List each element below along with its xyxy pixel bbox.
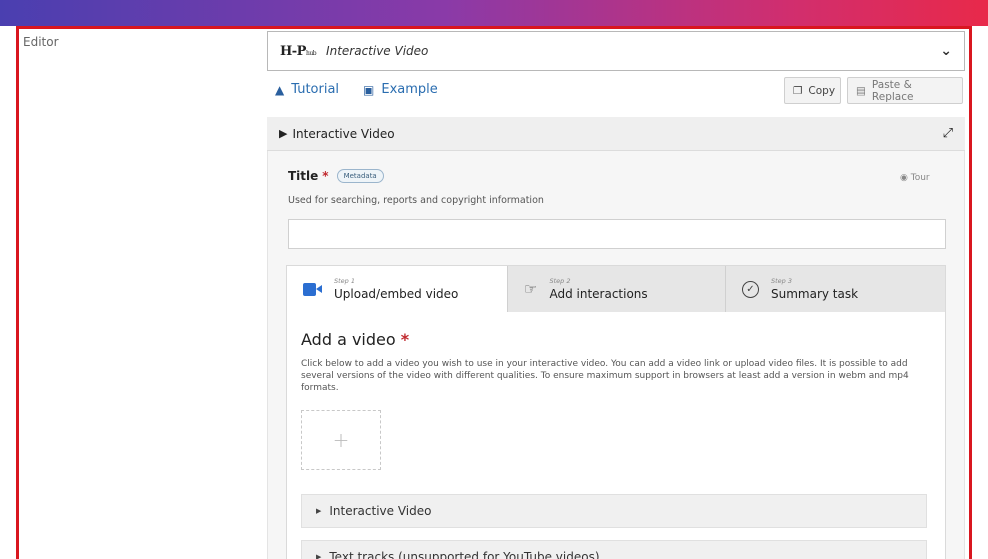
chevron-down-icon[interactable]: ⌄ [940, 43, 952, 59]
caret-right-icon: ▶ [316, 553, 322, 559]
add-video-heading: Add a video * [301, 330, 931, 349]
book-icon: ▣ [363, 82, 375, 97]
tour-icon: ◉ [900, 173, 908, 183]
example-link-label: Example [381, 82, 438, 97]
required-marker: * [322, 169, 329, 183]
tab-summary-task[interactable]: ✓ Step 3 Summary task [725, 266, 945, 312]
content-type-selector[interactable]: H-Phub Interactive Video ⌄ [267, 31, 965, 71]
top-gradient-bar [0, 0, 988, 26]
step-number: Step 2 [549, 277, 571, 285]
section-title: Interactive Video [292, 126, 395, 141]
video-wizard: Step 1 Upload/embed video ☞ Step 2 Add i… [286, 265, 946, 559]
step-title: Add interactions [549, 287, 648, 301]
selected-content-type: Interactive Video [326, 44, 429, 58]
metadata-button[interactable]: Metadata [336, 169, 384, 183]
tutorial-link[interactable]: ▲ Tutorial [275, 82, 339, 97]
add-video-button[interactable]: + [301, 410, 381, 470]
paste-replace-button[interactable]: ▤ Paste & Replace [847, 77, 963, 104]
tour-link[interactable]: ◉ Tour [900, 173, 930, 183]
title-field-label: Title * Metadata [288, 169, 384, 183]
play-circle-icon: ▶ [279, 127, 288, 140]
check-circle-icon: ✓ [742, 280, 759, 298]
tutorial-link-label: Tutorial [291, 82, 340, 97]
video-camera-icon [303, 282, 322, 296]
example-link[interactable]: ▣ Example [363, 82, 438, 97]
add-video-title-text: Add a video [301, 330, 396, 349]
step-title: Upload/embed video [334, 287, 459, 301]
tour-label: Tour [910, 173, 930, 183]
collapsible-interactive-video[interactable]: ▶ Interactive Video [301, 494, 927, 528]
upload-panel: Add a video * Click below to add a video… [287, 312, 945, 559]
copy-button[interactable]: ❐ Copy [784, 77, 841, 104]
h5p-hub-logo: H-Phub [280, 43, 317, 59]
caret-right-icon: ▶ [316, 507, 322, 515]
copy-button-label: Copy [808, 84, 836, 97]
required-marker: * [400, 330, 410, 349]
tab-upload-embed-video[interactable]: Step 1 Upload/embed video [287, 266, 507, 312]
expand-fullscreen-icon[interactable]: ⤢ [943, 126, 953, 141]
title-label-text: Title [288, 169, 319, 183]
editor-frame: Editor H-Phub Interactive Video ⌄ ▲ Tuto… [16, 26, 972, 559]
title-description: Used for searching, reports and copyrigh… [288, 195, 544, 206]
form-area: Title * Metadata ◉ Tour Used for searchi… [267, 151, 965, 559]
step-title: Summary task [771, 287, 859, 301]
paste-replace-label: Paste & Replace [871, 78, 914, 103]
add-video-description: Click below to add a video you wish to u… [301, 359, 909, 393]
title-input[interactable] [288, 219, 946, 249]
help-links: ▲ Tutorial ▣ Example [275, 82, 438, 97]
clipboard-icon: ▤ [856, 84, 866, 97]
step-number: Step 3 [771, 277, 793, 285]
collapsible-label: Interactive Video [329, 504, 432, 518]
step-number: Step 1 [334, 277, 356, 285]
tap-pointer-icon: ☞ [524, 280, 538, 298]
graduation-cap-icon: ▲ [275, 82, 285, 97]
section-header[interactable]: ▶ Interactive Video ⤢ [267, 117, 965, 151]
editor-label: Editor [23, 35, 59, 49]
wizard-tabs: Step 1 Upload/embed video ☞ Step 2 Add i… [287, 266, 945, 312]
copy-icon: ❐ [793, 84, 803, 97]
tab-add-interactions[interactable]: ☞ Step 2 Add interactions [507, 266, 725, 312]
collapsible-text-tracks[interactable]: ▶ Text tracks (unsupported for YouTube v… [301, 540, 927, 559]
collapsible-label: Text tracks (unsupported for YouTube vid… [329, 550, 600, 559]
